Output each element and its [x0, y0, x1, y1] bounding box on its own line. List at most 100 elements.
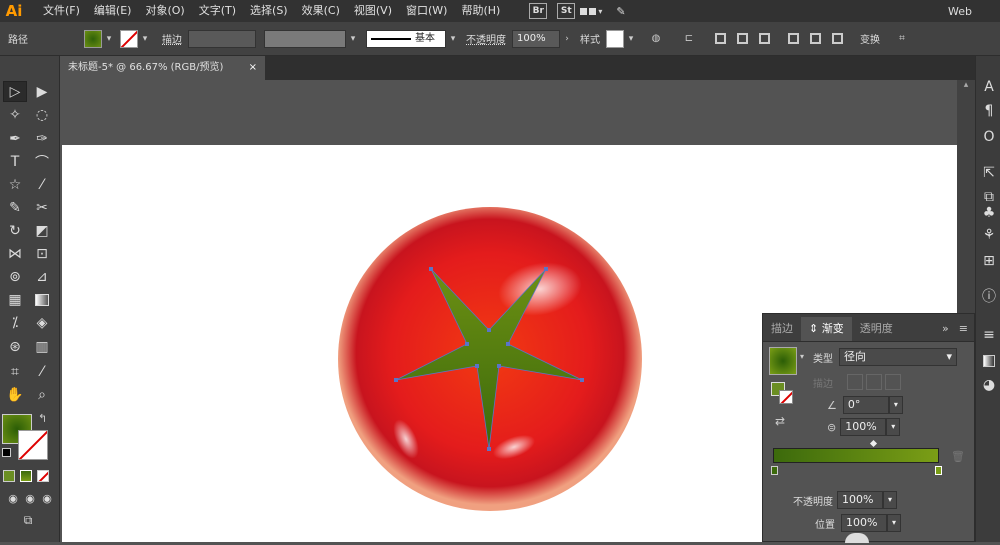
menu-item-5[interactable]: 效果(C) — [295, 0, 347, 22]
menu-item-7[interactable]: 窗口(W) — [399, 0, 454, 22]
transform-button[interactable]: 变换 — [860, 31, 880, 46]
stroke-dropdown-icon[interactable]: ▾ — [138, 34, 152, 44]
stop-opacity-dropdown-icon[interactable]: ▾ — [883, 491, 897, 509]
menu-item-4[interactable]: 选择(S) — [243, 0, 295, 22]
menu-item-6[interactable]: 视图(V) — [347, 0, 399, 22]
pen-tool-icon[interactable]: ✒ — [3, 128, 27, 149]
fill-dropdown-icon[interactable]: ▾ — [102, 34, 116, 44]
angle-input[interactable]: 0° — [842, 396, 889, 414]
opacity-expand-icon[interactable]: › — [560, 34, 574, 44]
eyedropper-tool-icon[interactable]: ⁒ — [3, 312, 27, 333]
align-middle-icon[interactable] — [805, 29, 825, 49]
opentype-panel-icon[interactable]: O — [980, 128, 998, 146]
gradient-mode-button[interactable] — [20, 470, 32, 482]
fill-swatch[interactable] — [84, 29, 102, 48]
recolor-artwork-icon[interactable]: ◍ — [646, 29, 666, 49]
menu-item-2[interactable]: 对象(O) — [138, 0, 191, 22]
brushes-panel-icon[interactable]: ⚘ — [980, 226, 998, 244]
brush-dropdown-icon[interactable]: ▾ — [446, 34, 460, 44]
panel-collapse-icon[interactable]: » — [938, 317, 953, 341]
menu-item-0[interactable]: 文件(F) — [36, 0, 87, 22]
midpoint-diamond[interactable] — [869, 439, 878, 448]
angle-dropdown-icon[interactable]: ▾ — [888, 396, 903, 414]
variable-width-profile[interactable] — [264, 29, 346, 48]
shaper-tool-icon[interactable]: ✎ — [3, 197, 27, 218]
gradient-slider[interactable] — [773, 448, 939, 463]
profile-dropdown-icon[interactable]: ▾ — [346, 34, 360, 44]
align-right-icon[interactable] — [754, 29, 774, 49]
swap-fill-stroke-icon[interactable]: ↰ — [38, 412, 47, 425]
hand-tool-icon[interactable]: ✋ — [3, 384, 27, 405]
screen-mode-icon[interactable]: ⧉ — [16, 510, 40, 531]
symbols-panel-icon[interactable]: ♣ — [980, 204, 998, 222]
menu-item-3[interactable]: 文字(T) — [192, 0, 243, 22]
panel-menu-icon[interactable]: ≡ — [980, 326, 998, 344]
document-setup-icon[interactable]: ⊏ — [679, 29, 699, 49]
links-panel-icon[interactable]: ⊞ — [980, 252, 998, 270]
artboard-tool-icon[interactable]: ⌗ — [3, 361, 27, 382]
workspace-switcher[interactable]: Web — [948, 5, 972, 18]
character-panel-icon[interactable]: A — [980, 78, 998, 96]
stroke-color-box[interactable] — [18, 430, 48, 460]
tab-stroke[interactable]: 描边 — [763, 317, 801, 341]
bridge-app-button[interactable]: Br — [529, 3, 548, 19]
star-tool-icon[interactable]: ☆ — [3, 174, 27, 195]
magic-wand-tool-icon[interactable]: ✧ — [3, 104, 27, 125]
tab-transparency[interactable]: 透明度 — [852, 317, 901, 341]
stroke-swatch[interactable] — [120, 29, 138, 48]
paragraph-panel-icon[interactable]: ¶ — [980, 102, 998, 120]
stop-opacity-input[interactable]: 100% — [837, 491, 883, 509]
align-center-icon[interactable] — [732, 29, 752, 49]
reverse-gradient-icon[interactable]: ⇄ — [775, 414, 785, 428]
align-top-icon[interactable] — [783, 29, 803, 49]
scroll-up-icon[interactable]: ▴ — [957, 80, 975, 90]
aspect-dropdown-icon[interactable]: ▾ — [886, 418, 901, 436]
slice-tool-icon[interactable]: ⁄ — [30, 361, 54, 382]
gpu-performance-icon[interactable]: ✎ — [616, 5, 625, 18]
transparency-panel-icon[interactable]: ◕ — [980, 376, 998, 394]
curvature-tool-icon[interactable]: ✑ — [30, 128, 54, 149]
location-dropdown-icon[interactable]: ▾ — [887, 514, 901, 532]
zoom-tool-icon[interactable]: ⌕ — [30, 384, 54, 405]
brush-definition[interactable]: 基本 — [366, 29, 446, 48]
color-stop-right[interactable] — [935, 466, 942, 475]
align-bottom-icon[interactable] — [827, 29, 847, 49]
preview-dropdown-icon[interactable]: ▾ — [800, 352, 804, 361]
perspective-grid-tool-icon[interactable]: ⊿ — [30, 266, 54, 287]
close-tab-icon[interactable]: × — [249, 56, 257, 80]
width-tool-icon[interactable]: ⋈ — [3, 243, 27, 264]
stroke-small[interactable] — [779, 390, 793, 404]
stroke-weight-input[interactable] — [188, 29, 256, 48]
tab-gradient[interactable]: ⇕ 渐变 — [801, 317, 852, 341]
type-select[interactable]: 径向 ▾ — [839, 348, 957, 366]
selection-tool-icon[interactable]: ▷ — [3, 81, 27, 102]
stock-app-button[interactable]: St — [557, 3, 576, 19]
mesh-tool-icon[interactable]: ▦ — [3, 289, 27, 310]
menu-item-8[interactable]: 帮助(H) — [454, 0, 507, 22]
none-mode-button[interactable] — [37, 470, 49, 482]
panel-options-icon[interactable]: ≡ — [953, 317, 974, 341]
free-transform-tool-icon[interactable]: ⊡ — [30, 243, 54, 264]
paintbrush-tool-icon[interactable]: ⁄ — [30, 174, 54, 195]
isolate-selection-icon[interactable]: ⌗ — [892, 29, 912, 49]
info-panel-icon[interactable]: ⓘ — [980, 288, 998, 306]
graphic-style-swatch[interactable] — [606, 29, 624, 48]
opacity-input[interactable]: 100% — [512, 29, 560, 48]
rotate-tool-icon[interactable]: ↻ — [3, 220, 27, 241]
default-colors-icon[interactable] — [2, 448, 11, 457]
export-panel-icon[interactable]: ⇱ — [980, 164, 998, 182]
aspect-ratio-input[interactable]: 100% — [840, 418, 887, 436]
gradient-panel-icon[interactable] — [980, 352, 998, 370]
line-segment-tool-icon[interactable]: ⌒ — [30, 151, 54, 172]
column-graph-tool-icon[interactable]: ▥ — [30, 336, 54, 357]
location-input[interactable]: 100% — [841, 514, 887, 532]
type-tool-icon[interactable]: T — [3, 151, 27, 172]
blend-tool-icon[interactable]: ◈ — [30, 312, 54, 333]
scissors-tool-icon[interactable]: ✂ — [30, 197, 54, 218]
lasso-tool-icon[interactable]: ◌ — [30, 104, 54, 125]
direct-selection-tool-icon[interactable]: ▶ — [30, 81, 54, 102]
draw-inside-icon[interactable]: ◉ — [35, 488, 59, 509]
gradient-preview-swatch[interactable] — [769, 347, 797, 375]
delete-stop-icon[interactable]: 🗑 — [951, 450, 965, 463]
document-tab[interactable]: 未标题-5* @ 66.67% (RGB/预览) × — [60, 56, 265, 80]
